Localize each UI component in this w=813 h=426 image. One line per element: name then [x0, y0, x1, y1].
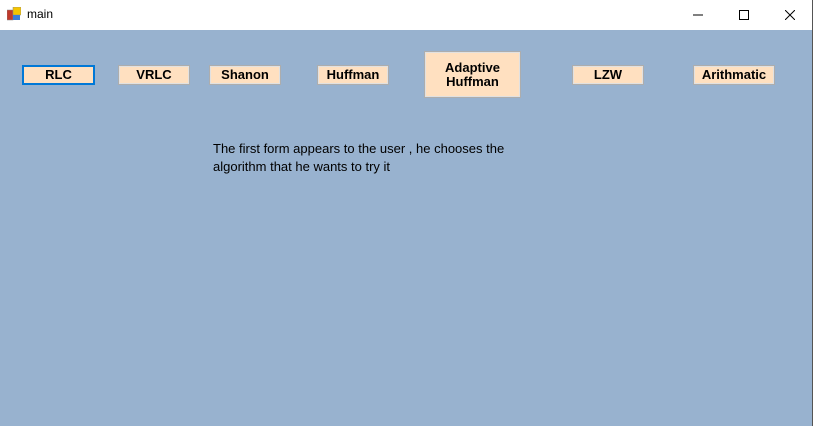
window-title: main: [27, 7, 54, 21]
vrlc-button[interactable]: VRLC: [118, 65, 190, 85]
huffman-button[interactable]: Huffman: [317, 65, 389, 85]
title-bar: main: [0, 0, 813, 30]
arithmatic-button[interactable]: Arithmatic: [693, 65, 775, 85]
description-line-1: The first form appears to the user , he …: [213, 141, 505, 156]
description-line-2: algorithm that he wants to try it: [213, 159, 391, 174]
app-icon: [7, 7, 21, 21]
shanon-button[interactable]: Shanon: [209, 65, 281, 85]
description-label: The first form appears to the user , he …: [213, 140, 543, 176]
close-button[interactable]: [767, 0, 813, 30]
lzw-button[interactable]: LZW: [572, 65, 644, 85]
rlc-button[interactable]: RLC: [22, 65, 95, 85]
adaptive-huffman-button[interactable]: Adaptive Huffman: [424, 51, 521, 98]
minimize-button[interactable]: [675, 0, 721, 30]
maximize-button[interactable]: [721, 0, 767, 30]
form-client-area: [0, 30, 812, 426]
